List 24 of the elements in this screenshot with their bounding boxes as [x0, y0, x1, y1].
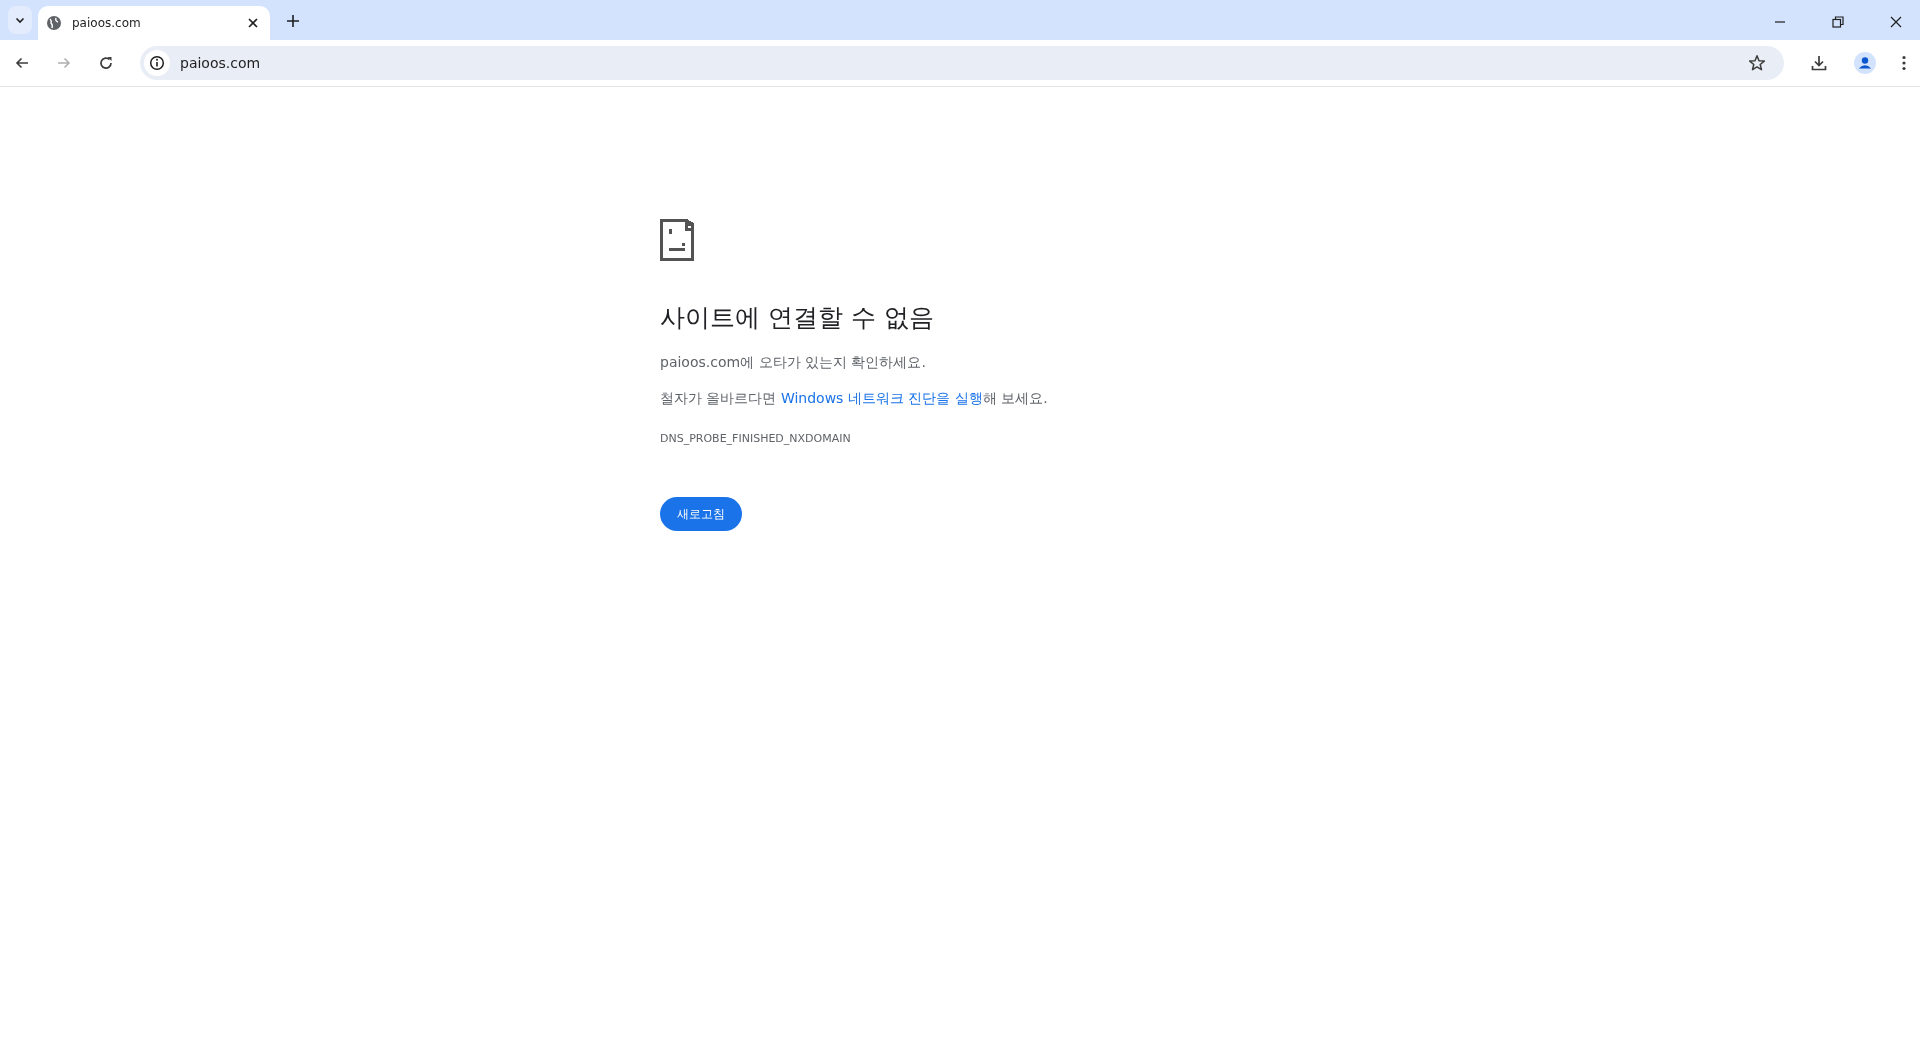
back-icon[interactable]	[14, 55, 30, 71]
browser-tab[interactable]: paioos.com	[38, 6, 270, 40]
restore-icon[interactable]	[1832, 16, 1844, 28]
globe-icon	[46, 15, 62, 31]
error-title: 사이트에 연결할 수 없음	[660, 302, 935, 334]
download-icon[interactable]	[1810, 54, 1828, 72]
close-tab-icon[interactable]	[246, 16, 260, 30]
menu-icon[interactable]	[1902, 55, 1906, 71]
info-icon[interactable]	[149, 55, 165, 71]
error-code: DNS_PROBE_FINISHED_NXDOMAIN	[660, 432, 852, 445]
new-tab-icon[interactable]	[286, 14, 300, 28]
close-icon[interactable]	[1890, 16, 1902, 28]
diagnostics-link[interactable]: Windows 네트워크 진단을 실행	[780, 390, 983, 406]
url-text: paioos.com	[180, 55, 262, 71]
star-icon[interactable]	[1748, 54, 1766, 72]
tab-search-button[interactable]	[8, 6, 32, 34]
tab-title: paioos.com	[72, 16, 142, 30]
sad-page-icon	[660, 219, 694, 261]
hint-text: paioos.com에 오타가 있는지 확인하세요.	[660, 354, 927, 372]
reload-icon[interactable]	[98, 55, 114, 71]
address-bar[interactable]: paioos.com	[140, 46, 1784, 80]
profile-avatar-icon[interactable]	[1854, 52, 1876, 74]
reload-button[interactable]: 새로고침	[660, 497, 742, 531]
suggestion-text: 철자가 올바르다면 Windows 네트워크 진단을 실행해 보세요.	[660, 390, 1049, 408]
